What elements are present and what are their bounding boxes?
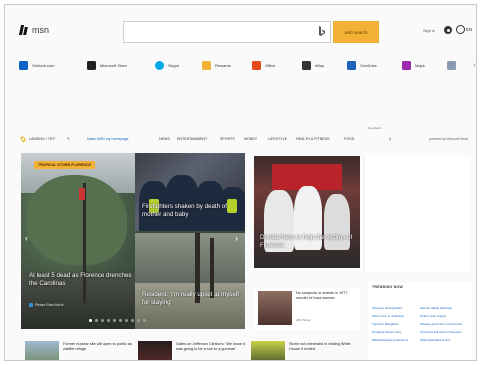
nav-chevron-right-icon[interactable]: › <box>389 136 391 143</box>
more-icon <box>447 61 456 70</box>
trending-item[interactable]: Ottawa report from reconstruct <box>420 322 462 326</box>
feedback-link[interactable]: Feedback <box>368 126 381 130</box>
source-logo-icon <box>29 303 33 307</box>
edit-icon[interactable]: ✎ <box>67 137 70 141</box>
trending-panel: TRENDING NOW Florence downgraded Ikemen … <box>368 282 472 360</box>
trending-item[interactable]: Controversial Astros Horwood <box>420 330 461 334</box>
quicklink-skype[interactable]: Skype <box>155 61 179 70</box>
logo-text: msn <box>32 25 50 35</box>
quicklink-rewards[interactable]: Rewards <box>202 61 231 70</box>
quicklink-label: Office <box>265 63 276 68</box>
bottom-story[interactable]: Storm not interested in visiting White H… <box>251 341 361 360</box>
nav-item-sports[interactable]: SPORTS <box>220 137 235 141</box>
quicklink-onedrive[interactable]: OneDrive <box>347 61 377 70</box>
hero-bottom-right-caption[interactable]: Resident: 'I'm really upset at myself fo… <box>142 291 242 306</box>
nav-item-lifestyle[interactable]: LIFESTYLE <box>268 137 287 141</box>
ad-slot <box>364 156 470 272</box>
hero-top-right-caption[interactable]: Firefighters shaken by death of mother a… <box>142 203 242 218</box>
carousel-prev-icon[interactable]: ‹ <box>25 233 28 243</box>
web-search-button[interactable]: web search <box>333 21 379 43</box>
quicklink-label: Maps <box>415 63 425 68</box>
topic-badge[interactable]: TROPICAL STORM FLORENCE <box>34 161 95 169</box>
bottom-story-title[interactable]: Former nuclear site will open to public … <box>63 342 133 352</box>
search-input[interactable] <box>123 21 331 43</box>
quicklinks-bar: Outlook.com Microsoft Store Skype Reward… <box>19 61 459 75</box>
powered-by-label: powered by Microsoft News <box>429 137 469 141</box>
quicklink-label: Skype <box>168 63 180 68</box>
office-icon <box>252 61 261 70</box>
trending-item[interactable]: Police open supply <box>420 314 446 318</box>
quicklink-label: eBay <box>315 63 325 68</box>
quicklink-label: OneDrive <box>360 63 377 68</box>
msn-logo[interactable]: msn <box>19 25 49 35</box>
store-icon <box>87 61 96 70</box>
nav-item-money[interactable]: MONEY <box>244 137 257 141</box>
onedrive-icon <box>347 61 356 70</box>
story-source: ABC News <box>296 318 311 322</box>
outlook-icon <box>19 61 28 70</box>
globe-icon[interactable] <box>456 25 465 34</box>
quicklink-label: Rewards <box>215 63 231 68</box>
quicklink-maps[interactable]: Maps <box>402 61 425 70</box>
nav-item-health-fitness[interactable]: HEALTH & FITNESS <box>296 137 329 141</box>
source-label: Please Rate Article <box>35 303 64 307</box>
chevron-right-icon[interactable]: › <box>473 62 475 69</box>
trending-item[interactable]: Typhoon Mangkhut <box>372 322 398 326</box>
bottom-story-title[interactable]: Storm not interested in visiting White H… <box>289 342 359 352</box>
skype-icon <box>155 61 164 70</box>
donation-card-caption[interactable]: Donate here to help the victims of Flore… <box>260 234 356 249</box>
hero-carousel[interactable]: TROPICAL STORM FLORENCE ‹ › At least 5 d… <box>21 153 245 329</box>
quicklink-label: Microsoft Store <box>100 63 127 68</box>
bottom-story-thumbnail <box>251 341 285 360</box>
bottom-story-thumbnail <box>25 341 59 360</box>
hero-main-source: Please Rate Article <box>29 303 64 307</box>
location-pin-icon <box>19 135 27 143</box>
trending-heading: TRENDING NOW <box>372 285 403 289</box>
hero-main-caption[interactable]: At least 5 dead as Florence drenches the… <box>29 272 133 287</box>
hero-top-right-image[interactable] <box>135 153 245 231</box>
carousel-dots[interactable] <box>89 319 146 322</box>
hero-bottom-right-image[interactable] <box>135 233 245 329</box>
trending-item[interactable]: Prospect Mover story <box>372 330 401 334</box>
carousel-next-icon[interactable]: › <box>235 233 238 243</box>
nav-item-food[interactable]: FOOD <box>344 137 354 141</box>
bing-icon <box>319 26 325 36</box>
make-homepage-link[interactable]: Make MSN my homepage <box>87 137 129 141</box>
ebay-icon <box>302 61 311 70</box>
bottom-story-thumbnail <box>138 341 172 360</box>
trending-item[interactable]: Massachusetts explosions <box>372 338 408 342</box>
trending-item[interactable]: Ikemen tallest bankrupt <box>420 306 452 310</box>
story-thumbnail <box>258 291 292 325</box>
trending-item[interactable]: Mom's son is 'stranded' <box>372 314 404 318</box>
bottom-story[interactable]: Former nuclear site will open to public … <box>25 341 135 360</box>
language-selector[interactable]: EN <box>466 27 472 32</box>
quicklink-more[interactable] <box>447 61 456 70</box>
quicklink-office[interactable]: Office <box>252 61 275 70</box>
quicklink-store[interactable]: Microsoft Store <box>87 61 127 70</box>
category-nav: LANSING / 78°F ✎ Make MSN my homepage NE… <box>19 135 476 145</box>
gear-icon[interactable] <box>444 26 452 34</box>
msn-butterfly-icon <box>19 25 29 35</box>
scrollbar[interactable] <box>476 155 477 215</box>
donation-card[interactable]: Donate here to help the victims of Flore… <box>254 156 360 268</box>
maps-icon <box>402 61 411 70</box>
trending-item[interactable]: Florence downgraded <box>372 306 402 310</box>
quicklink-ebay[interactable]: eBay <box>302 61 324 70</box>
location-weather[interactable]: LANSING / 78°F <box>29 137 55 141</box>
nav-item-entertainment[interactable]: ENTERTAINMENT <box>177 137 207 141</box>
trending-item[interactable]: Flight attendant found <box>420 338 450 342</box>
sign-in-link[interactable]: Sign in <box>423 28 435 33</box>
nav-item-news[interactable]: NEWS <box>159 137 170 141</box>
story-card[interactable]: No suspects or arrests in 1977 murder of… <box>254 288 360 330</box>
story-title[interactable]: No suspects or arrests in 1977 murder of… <box>296 291 358 301</box>
bottom-story-title[interactable]: Gates on Jefferson Clinton's: 'We know i… <box>176 342 246 352</box>
quicklink-outlook[interactable]: Outlook.com <box>19 61 54 70</box>
browser-frame: msn web search Sign in EN Outlook.com Mi… <box>4 4 477 361</box>
quicklink-label: Outlook.com <box>32 63 55 68</box>
bottom-story[interactable]: Gates on Jefferson Clinton's: 'We know i… <box>138 341 248 360</box>
rewards-icon <box>202 61 211 70</box>
